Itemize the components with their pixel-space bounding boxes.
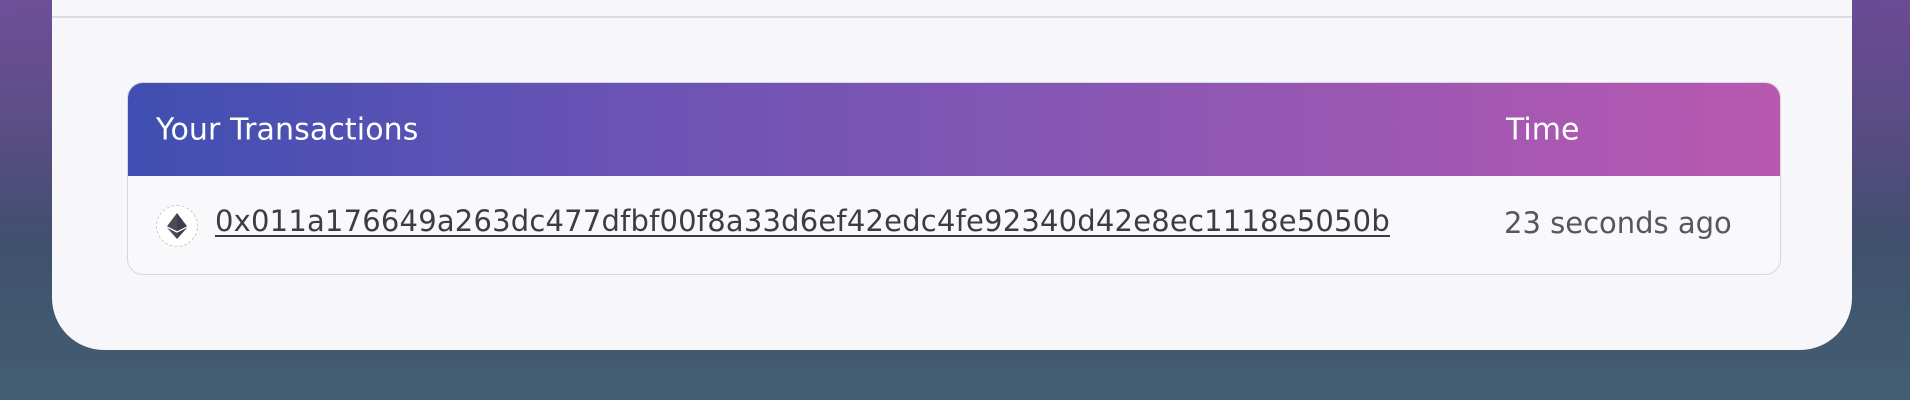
table-title: Your Transactions xyxy=(156,112,419,147)
transaction-time: 23 seconds ago xyxy=(1504,206,1732,240)
table-row: 0x011a176649a263dc477dfbf00f8a33d6ef42ed… xyxy=(128,176,1780,274)
divider xyxy=(52,16,1852,18)
transaction-hash-link[interactable]: 0x011a176649a263dc477dfbf00f8a33d6ef42ed… xyxy=(215,204,1390,238)
table-header: Your Transactions Time xyxy=(128,83,1780,176)
time-column-header: Time xyxy=(1506,112,1580,147)
transactions-table: Your Transactions Time 0x011a176649a263d… xyxy=(127,82,1781,275)
app-card: Your Transactions Time 0x011a176649a263d… xyxy=(52,0,1852,350)
ethereum-icon xyxy=(156,205,198,247)
